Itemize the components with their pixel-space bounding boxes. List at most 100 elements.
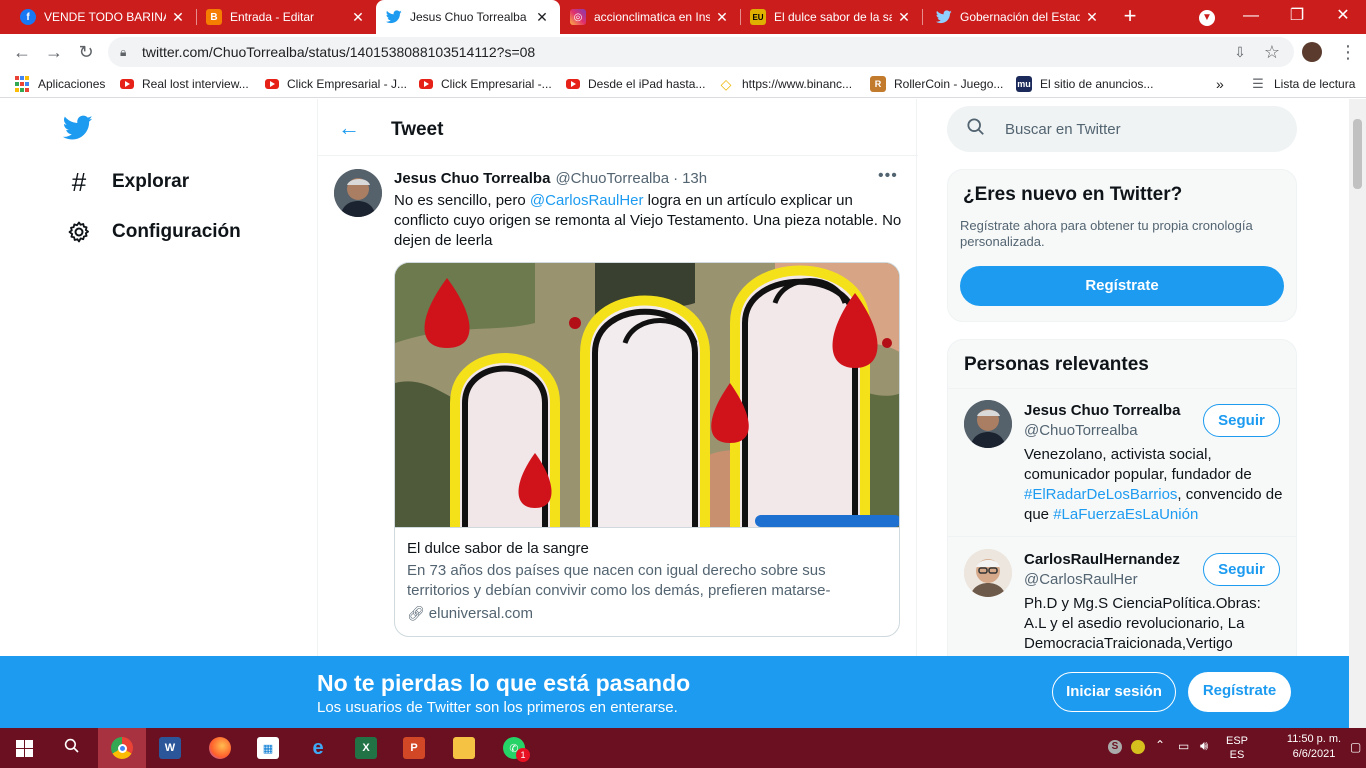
person-handle[interactable]: @ChuoTorrealba — [1024, 422, 1138, 439]
page-scrollbar[interactable] — [1349, 99, 1366, 728]
bookmarks-overflow-button[interactable]: » — [1216, 70, 1224, 98]
search-box[interactable]: Buscar en Twitter — [947, 106, 1297, 152]
bookmark-item[interactable]: mu El sitio de anuncios... — [1016, 70, 1153, 98]
install-app-icon[interactable]: ⇩ — [1228, 40, 1252, 64]
taskbar-app-edge[interactable]: e — [294, 728, 342, 768]
clock[interactable]: 11:50 p. m. 6/6/2021 — [1284, 732, 1344, 762]
tab-title: accionclimatica en Inst — [594, 10, 710, 24]
close-icon[interactable]: ✕ — [714, 9, 730, 26]
reading-list-button[interactable]: ☰ Lista de lectura — [1250, 70, 1355, 98]
tab-title: Entrada - Editar — [230, 10, 315, 24]
close-icon[interactable]: ✕ — [896, 9, 912, 26]
nav-settings[interactable]: Configuración — [66, 219, 241, 245]
person-handle[interactable]: @CarlosRaulHer — [1024, 571, 1138, 588]
more-options-icon[interactable]: ••• — [878, 167, 898, 185]
follow-button[interactable]: Seguir — [1203, 404, 1280, 437]
tweet-author-name[interactable]: Jesus Chuo Torrealba — [394, 170, 550, 187]
start-button[interactable] — [0, 728, 48, 768]
link-card[interactable]: El dulce sabor de la sangre En 73 años d… — [394, 262, 900, 637]
divider — [948, 536, 1296, 537]
card-domain: 🔗︎ eluniversal.com — [407, 605, 889, 622]
taskbar-app-whatsapp[interactable]: ✆ 1 — [490, 728, 538, 768]
minimize-button[interactable]: — — [1228, 0, 1274, 34]
skype-icon[interactable]: S — [1108, 740, 1122, 754]
back-button[interactable]: ← — [10, 40, 34, 64]
tweet-timestamp[interactable]: 13h — [682, 170, 707, 187]
login-button[interactable]: Iniciar sesión — [1052, 672, 1176, 712]
follow-button[interactable]: Seguir — [1203, 553, 1280, 586]
gear-icon — [66, 219, 92, 245]
restore-button[interactable]: ❐ — [1274, 0, 1320, 34]
browser-tab[interactable]: EU El dulce sabor de la sa ✕ — [740, 0, 922, 34]
tweet-text: No es sencillo, pero @CarlosRaulHer logr… — [394, 191, 906, 251]
bookmark-label: Click Empresarial - J... — [287, 77, 408, 91]
taskbar-app-chrome[interactable] — [98, 728, 146, 768]
battery-icon[interactable]: ▭ — [1178, 739, 1189, 753]
browser-tab[interactable]: ◎ accionclimatica en Inst ✕ — [560, 0, 740, 34]
tab-title: Gobernación del Estad — [960, 10, 1080, 24]
address-bar[interactable]: 🔒︎ twitter.com/ChuoTorrealba/status/1401… — [108, 37, 1294, 67]
taskbar-search-button[interactable] — [48, 728, 96, 768]
reading-list-icon: ☰ — [1252, 76, 1264, 91]
bookmark-item[interactable]: Real lost interview... — [120, 70, 249, 98]
divider — [948, 388, 1296, 389]
close-icon[interactable]: ✕ — [170, 9, 186, 26]
new-tab-button[interactable]: + — [1118, 5, 1142, 29]
url-text: twitter.com/ChuoTorrealba/status/1401538… — [142, 44, 536, 60]
close-icon[interactable]: ✕ — [534, 9, 550, 26]
bookmark-item[interactable]: ◇ https://www.binanc... — [718, 70, 852, 98]
tweet-column: ← Tweet Jesus Chuo Torrealba @ChuoTorrea… — [317, 99, 918, 728]
start-icon — [15, 739, 33, 757]
browser-tab[interactable]: f VENDE TODO BARINA ✕ — [10, 0, 196, 34]
rollercoin-icon: R — [870, 76, 886, 92]
bookmark-item[interactable]: Click Empresarial -... — [419, 70, 552, 98]
banner-signup-button[interactable]: Regístrate — [1188, 672, 1291, 712]
reload-button[interactable]: ↻ — [74, 40, 98, 64]
person-name[interactable]: Jesus Chuo Torrealba — [1024, 402, 1180, 419]
twitter-logo-icon[interactable] — [62, 115, 93, 146]
bookmark-star-icon[interactable]: ☆ — [1260, 40, 1284, 64]
person-avatar[interactable] — [964, 549, 1012, 597]
bookmark-label: Aplicaciones — [38, 77, 106, 91]
tab-search-button[interactable]: ▼ — [1184, 0, 1230, 34]
bio-text: Ph.D y Mg.S CienciaPolítica.Obras: A.L y… — [1024, 595, 1261, 652]
bookmark-item[interactable]: Click Empresarial - J... — [265, 70, 407, 98]
scrollbar-thumb[interactable] — [1353, 119, 1362, 189]
close-icon[interactable]: ✕ — [350, 9, 366, 26]
browser-tab[interactable]: B Entrada - Editar ✕ — [196, 0, 376, 34]
taskbar-app-powerpoint[interactable]: P — [390, 728, 438, 768]
browser-tab-active[interactable]: Jesus Chuo Torrealba ✕ — [376, 0, 560, 34]
hashtag-link[interactable]: #LaFuerzaEsLaUnión — [1053, 506, 1198, 523]
bookmark-item[interactable]: R RollerCoin - Juego... — [870, 70, 1003, 98]
person-avatar[interactable] — [964, 400, 1012, 448]
bookmark-label: El sitio de anuncios... — [1040, 77, 1154, 91]
tweet-header: Jesus Chuo Torrealba @ChuoTorrealba · 13… — [394, 170, 707, 187]
tweet-author-handle[interactable]: @ChuoTorrealba — [555, 170, 669, 187]
language-indicator[interactable]: ESP ES — [1226, 734, 1248, 762]
nav-explore[interactable]: # Explorar — [66, 167, 189, 197]
taskbar-app-word[interactable]: W — [146, 728, 194, 768]
taskbar-app-firefox[interactable] — [196, 728, 244, 768]
chevron-up-icon[interactable]: ⌃ — [1155, 738, 1165, 752]
profile-avatar[interactable] — [1302, 42, 1322, 62]
notifications-icon[interactable]: ▢ — [1350, 740, 1361, 754]
back-arrow-icon[interactable]: ← — [338, 115, 362, 140]
bookmark-item[interactable]: Aplicaciones — [14, 70, 105, 98]
mention-link[interactable]: @CarlosRaulHer — [530, 192, 644, 209]
forward-button[interactable]: → — [42, 40, 66, 64]
volume-icon[interactable]: 🔊︎ — [1200, 738, 1208, 754]
hashtag-link[interactable]: #ElRadarDeLosBarrios — [1024, 486, 1177, 503]
browser-tab[interactable]: Gobernación del Estad ✕ — [926, 0, 1110, 34]
bookmark-label: RollerCoin - Juego... — [894, 77, 1004, 91]
menu-kebab-icon[interactable]: ⋮ — [1336, 40, 1360, 64]
taskbar-app-excel[interactable]: X — [342, 728, 390, 768]
close-icon[interactable]: ✕ — [1084, 9, 1100, 26]
close-window-button[interactable]: ✕ — [1320, 0, 1366, 34]
bookmark-item[interactable]: Desde el iPad hasta... — [566, 70, 705, 98]
person-name[interactable]: CarlosRaulHernandez — [1024, 551, 1180, 568]
tweet-author-avatar[interactable] — [334, 169, 382, 217]
taskbar-app-store[interactable]: ▦ — [244, 728, 292, 768]
taskbar-app-explorer[interactable] — [440, 728, 488, 768]
signup-button[interactable]: Regístrate — [960, 266, 1284, 306]
tray-app-icon[interactable] — [1131, 740, 1145, 754]
